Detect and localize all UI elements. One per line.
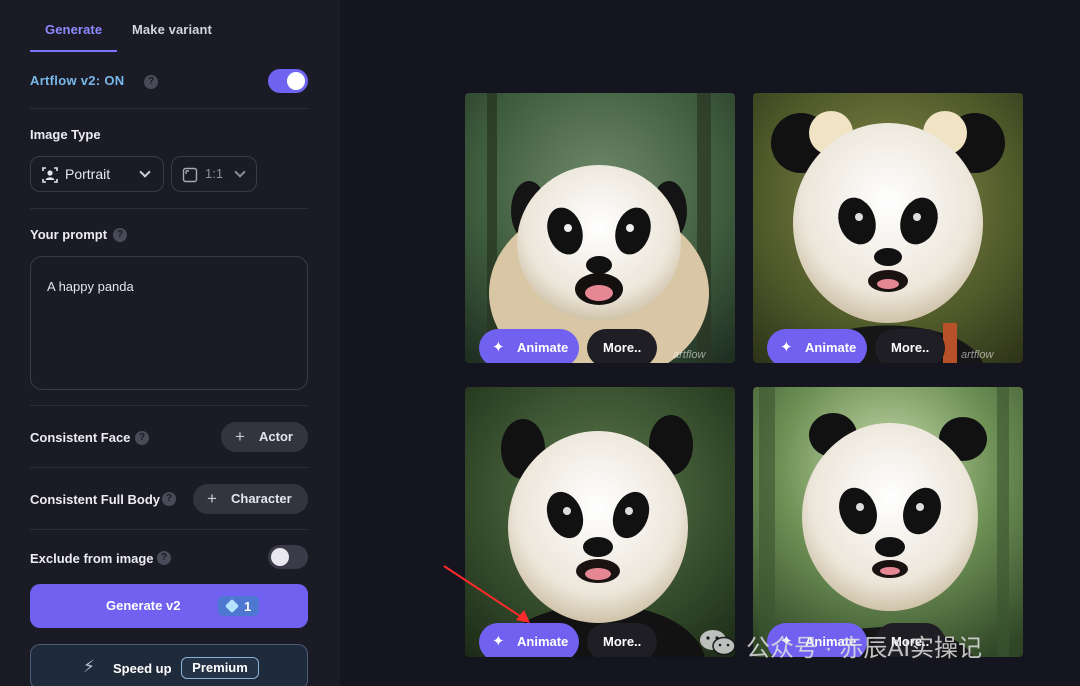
add-character-button[interactable]: + Character	[193, 484, 308, 514]
animate-label: Animate	[517, 340, 569, 355]
settings-sidebar: Generate Make variant Artflow v2: ON ? I…	[0, 0, 340, 686]
plus-icon: +	[207, 489, 217, 508]
aspect-ratio-select[interactable]: 1:1	[171, 156, 257, 192]
mode-tabs: Generate Make variant	[30, 18, 308, 54]
wechat-watermark-text: 公众号 · 赤辰AI实操记	[746, 635, 983, 662]
add-character-label: Character	[231, 491, 292, 506]
result-image-card[interactable]: ✦ Animate More.. artflow	[465, 93, 735, 363]
panda-image	[465, 93, 735, 363]
divider	[30, 529, 308, 530]
active-tab-indicator	[30, 50, 117, 52]
toggle-knob	[287, 72, 305, 90]
speed-up-label: Speed up	[113, 661, 172, 676]
prompt-label: Your prompt	[30, 227, 108, 242]
annotation-arrow	[443, 565, 530, 623]
sparkle-icon: ✦	[492, 339, 505, 356]
sparkle-icon: ✦	[492, 633, 505, 650]
generate-button[interactable]: Generate v2 1	[30, 584, 308, 628]
exclude-label: Exclude from image	[30, 551, 154, 566]
help-icon[interactable]: ?	[144, 75, 158, 89]
animate-button[interactable]: ✦ Animate	[767, 329, 867, 363]
chevron-down-icon	[139, 166, 151, 178]
more-label: More..	[603, 340, 642, 355]
divider	[30, 208, 308, 209]
generate-label: Generate v2	[106, 598, 181, 613]
more-button[interactable]: More..	[587, 329, 657, 363]
wechat-logo-icon	[700, 630, 736, 656]
premium-badge: Premium	[181, 657, 259, 679]
more-label: More..	[891, 340, 930, 355]
exclude-toggle[interactable]	[268, 545, 308, 569]
help-icon[interactable]: ?	[157, 551, 171, 565]
artflow-toggle[interactable]	[268, 69, 308, 93]
lightning-icon: ⚡	[83, 657, 95, 676]
more-label: More..	[603, 634, 642, 649]
artflow-watermark: artflow	[673, 349, 706, 361]
sparkle-icon: ✦	[780, 339, 793, 356]
add-actor-button[interactable]: + Actor	[221, 422, 308, 452]
consistent-body-label: Consistent Full Body	[30, 492, 160, 507]
image-type-value: Portrait	[65, 166, 111, 182]
image-type-label: Image Type	[30, 127, 101, 142]
help-icon[interactable]: ?	[113, 228, 127, 242]
help-icon[interactable]: ?	[162, 492, 176, 506]
prompt-textarea[interactable]: A happy panda	[30, 256, 308, 390]
prompt-value: A happy panda	[47, 279, 134, 294]
more-button[interactable]: More..	[587, 623, 657, 657]
portrait-icon	[42, 167, 58, 183]
animate-label: Animate	[805, 340, 857, 355]
divider	[30, 108, 308, 109]
result-image-card[interactable]: ✦ Animate More.. artflow	[753, 93, 1023, 363]
artflow-label: Artflow v2: ON	[30, 73, 125, 88]
credit-cost-badge: 1	[218, 596, 259, 616]
consistent-face-label: Consistent Face	[30, 430, 131, 445]
artflow-watermark: artflow	[961, 349, 994, 361]
tab-generate[interactable]: Generate	[45, 22, 102, 37]
help-icon[interactable]: ?	[135, 431, 149, 445]
animate-button[interactable]: ✦ Animate	[479, 329, 579, 363]
aspect-ratio-icon	[182, 167, 198, 183]
panda-image	[753, 387, 1023, 657]
result-image-card[interactable]: ✦ Animate More..	[753, 387, 1023, 657]
gem-icon	[224, 598, 240, 614]
divider	[30, 405, 308, 406]
add-actor-label: Actor	[259, 429, 293, 444]
toggle-knob	[271, 548, 289, 566]
aspect-ratio-value: 1:1	[205, 166, 224, 181]
divider	[30, 467, 308, 468]
panda-image	[753, 93, 1023, 363]
more-button[interactable]: More..	[875, 329, 945, 363]
tab-make-variant[interactable]: Make variant	[132, 22, 212, 37]
speed-up-button[interactable]: ⚡ Speed up Premium	[30, 644, 308, 686]
image-type-select[interactable]: Portrait	[30, 156, 164, 192]
animate-label: Animate	[517, 634, 569, 649]
plus-icon: +	[235, 427, 245, 446]
chevron-down-icon	[234, 166, 246, 178]
credit-cost: 1	[244, 599, 252, 614]
